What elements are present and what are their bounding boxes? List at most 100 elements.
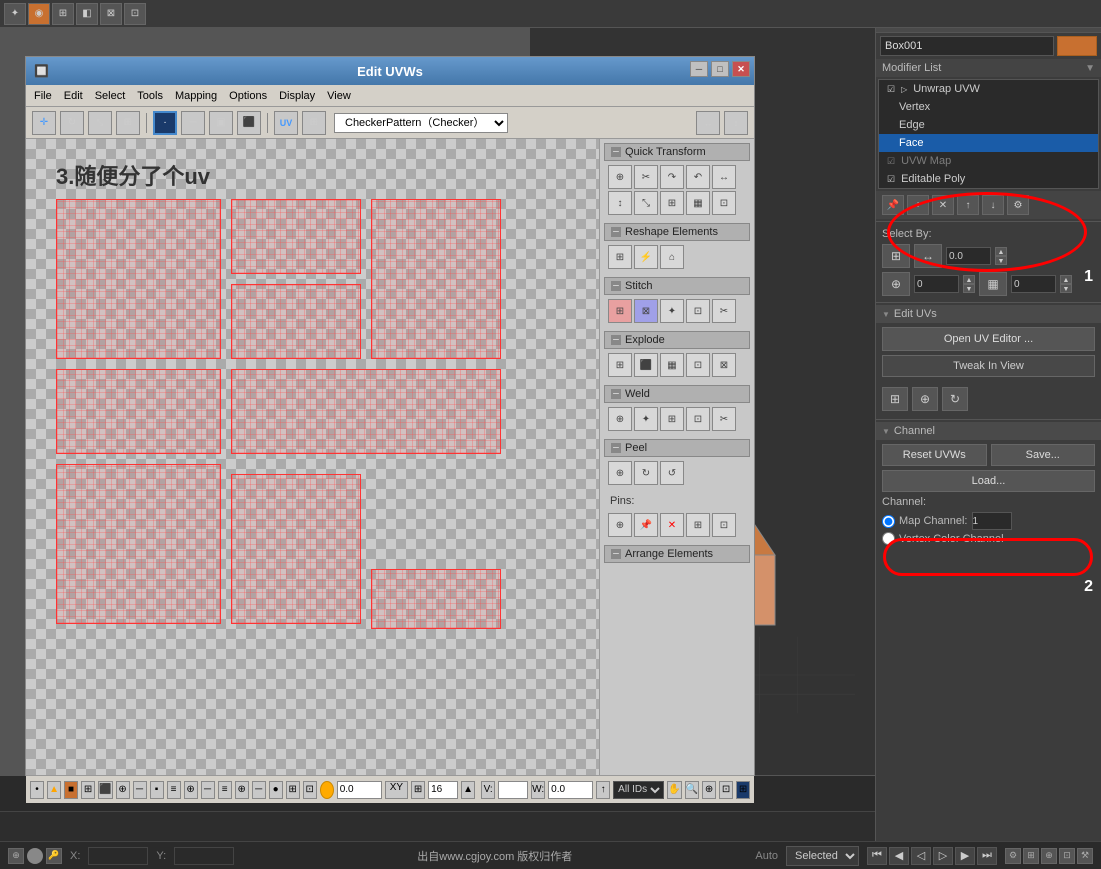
collapse-btn-ar[interactable]: ─ [611, 549, 621, 559]
element-mode-icon[interactable]: ⬛ [237, 111, 261, 135]
menu-edit[interactable]: Edit [64, 90, 83, 102]
st-icon-5[interactable]: ✂ [712, 299, 736, 323]
w-icon-4[interactable]: ⊡ [686, 407, 710, 431]
ex-icon-2[interactable]: ⬛ [634, 353, 658, 377]
toolbar-btn-5[interactable]: ⊠ [100, 3, 122, 25]
mod-tb-del[interactable]: ✕ [932, 195, 954, 215]
edge-mode-icon[interactable]: ─ [181, 111, 205, 135]
save-btn[interactable]: Save... [991, 444, 1096, 466]
bt-icon-22[interactable]: ↑ [596, 781, 610, 799]
bt-icon-14[interactable]: ─ [252, 781, 266, 799]
status-right-icon-4[interactable]: ⊡ [1059, 848, 1075, 864]
ex-icon-5[interactable]: ⊠ [712, 353, 736, 377]
play-btn-prev[interactable]: ◀ [889, 847, 909, 865]
menu-mapping[interactable]: Mapping [175, 90, 217, 102]
ex-icon-3[interactable]: ▦ [660, 353, 684, 377]
bt-icon-12[interactable]: ≡ [218, 781, 232, 799]
uv-canvas[interactable]: 3.随便分了个uv [26, 139, 599, 775]
qt-icon-5[interactable]: ↔ [712, 165, 736, 189]
modifier-list-dropdown-icon[interactable]: ▼ [1085, 63, 1095, 74]
st-icon-4[interactable]: ⊡ [686, 299, 710, 323]
mod-tb-add[interactable]: + [907, 195, 929, 215]
modifier-unwrap-uvw[interactable]: ☑ ▷ Unwrap UVW [879, 80, 1098, 98]
play-btn-next[interactable]: ▶ [955, 847, 975, 865]
frame-input[interactable] [337, 781, 382, 799]
uv-island-2[interactable] [231, 199, 361, 274]
play-btn-last[interactable]: ⏭ [977, 847, 997, 865]
modifier-editable-poly[interactable]: ☑ Editable Poly [879, 170, 1098, 188]
map-channel-radio[interactable]: Map Channel: [882, 512, 1095, 530]
qt-icon-4[interactable]: ↶ [686, 165, 710, 189]
w-input[interactable] [548, 781, 593, 799]
minimize-button[interactable]: ─ [690, 61, 708, 77]
object-name-input[interactable] [880, 36, 1054, 56]
bt-icon-19[interactable]: ▲ [461, 781, 475, 799]
mod-tb-pin[interactable]: 📌 [882, 195, 904, 215]
menu-view[interactable]: View [327, 90, 351, 102]
bt-icon-8[interactable]: ▪ [150, 781, 164, 799]
uv-island-8[interactable] [231, 474, 361, 624]
flip-v-icon[interactable]: ↕ [724, 111, 748, 135]
stitch-header[interactable]: ─ Stitch [604, 277, 750, 295]
modifier-uvw-map[interactable]: ☑ UVW Map [879, 152, 1098, 170]
collapse-btn-p[interactable]: ─ [611, 443, 621, 453]
menu-file[interactable]: File [34, 90, 52, 102]
bt-icon-27[interactable]: ⊞ [736, 781, 750, 799]
uv-island-4[interactable] [371, 199, 501, 359]
bt-icon-5[interactable]: ⬛ [98, 781, 112, 799]
channel-title[interactable]: Channel [876, 422, 1101, 440]
xy-btn[interactable]: XY [385, 781, 408, 799]
menu-options[interactable]: Options [229, 90, 267, 102]
play-btn-first[interactable]: ⏮ [867, 847, 887, 865]
modifier-edge[interactable]: Edge [879, 116, 1098, 134]
load-btn[interactable]: Load... [882, 470, 1095, 492]
explode-header[interactable]: ─ Explode [604, 331, 750, 349]
tweak-in-view-btn[interactable]: Tweak In View [882, 355, 1095, 377]
rotate-icon[interactable]: ↻ [60, 111, 84, 135]
p-icon-1[interactable]: ⊕ [608, 461, 632, 485]
qt-icon-10[interactable]: ⊡ [712, 191, 736, 215]
sb-icon-2[interactable]: ↔ [914, 244, 942, 268]
bt-icon-23[interactable]: ✋ [667, 781, 681, 799]
play-btn-fwd[interactable]: ▷ [933, 847, 953, 865]
ex-icon-4[interactable]: ⊡ [686, 353, 710, 377]
vertex-color-radio[interactable]: Vertex Color Channel [882, 532, 1095, 545]
bt-icon-15[interactable]: ● [269, 781, 283, 799]
mod-tb-config[interactable]: ⚙ [1007, 195, 1029, 215]
bt-icon-6[interactable]: ⊕ [116, 781, 130, 799]
toolbar-btn-3[interactable]: ⊞ [52, 3, 74, 25]
sb-spin-up-3[interactable]: ▲ [1060, 275, 1072, 284]
sb-spin-dn-1[interactable]: ▼ [995, 256, 1007, 265]
sb-input-1[interactable] [946, 247, 991, 265]
map-channel-radio-input[interactable] [882, 515, 895, 528]
flip-h-icon[interactable]: ↔ [696, 111, 720, 135]
bt-icon-17[interactable]: ⊡ [303, 781, 317, 799]
uv-icon-1[interactable]: ⊞ [882, 387, 908, 411]
uv-island-9[interactable] [371, 569, 501, 629]
qt-icon-2[interactable]: ✂ [634, 165, 658, 189]
v-input[interactable] [498, 781, 528, 799]
bt-icon-4[interactable]: ⊞ [81, 781, 95, 799]
bt-icon-18[interactable]: ⊞ [411, 781, 425, 799]
re-icon-3[interactable]: ⌂ [660, 245, 684, 269]
status-icon-1[interactable]: ⊕ [8, 848, 24, 864]
sb-icon-1[interactable]: ⊞ [882, 244, 910, 268]
qt-icon-6[interactable]: ↕ [608, 191, 632, 215]
st-icon-1[interactable]: ⊞ [608, 299, 632, 323]
st-icon-2[interactable]: ⊠ [634, 299, 658, 323]
status-x-input[interactable] [88, 847, 148, 865]
mod-tb-up[interactable]: ↑ [957, 195, 979, 215]
toolbar-btn-2[interactable]: ◉ [28, 3, 50, 25]
st-icon-3[interactable]: ✦ [660, 299, 684, 323]
bt-icon-26[interactable]: ⊡ [719, 781, 733, 799]
mod-tb-down[interactable]: ↓ [982, 195, 1004, 215]
qt-icon-9[interactable]: ▦ [686, 191, 710, 215]
face-mode-icon[interactable]: ▣ [209, 111, 233, 135]
selected-dropdown[interactable]: Selected [786, 846, 859, 866]
sb-spin-up-2[interactable]: ▲ [963, 275, 975, 284]
w-icon-2[interactable]: ✦ [634, 407, 658, 431]
pin-icon-3[interactable]: ✕ [660, 513, 684, 537]
pin-icon-5[interactable]: ⊡ [712, 513, 736, 537]
bt-icon-3[interactable]: ■ [64, 781, 78, 799]
open-uv-editor-btn[interactable]: Open UV Editor ... [882, 327, 1095, 351]
